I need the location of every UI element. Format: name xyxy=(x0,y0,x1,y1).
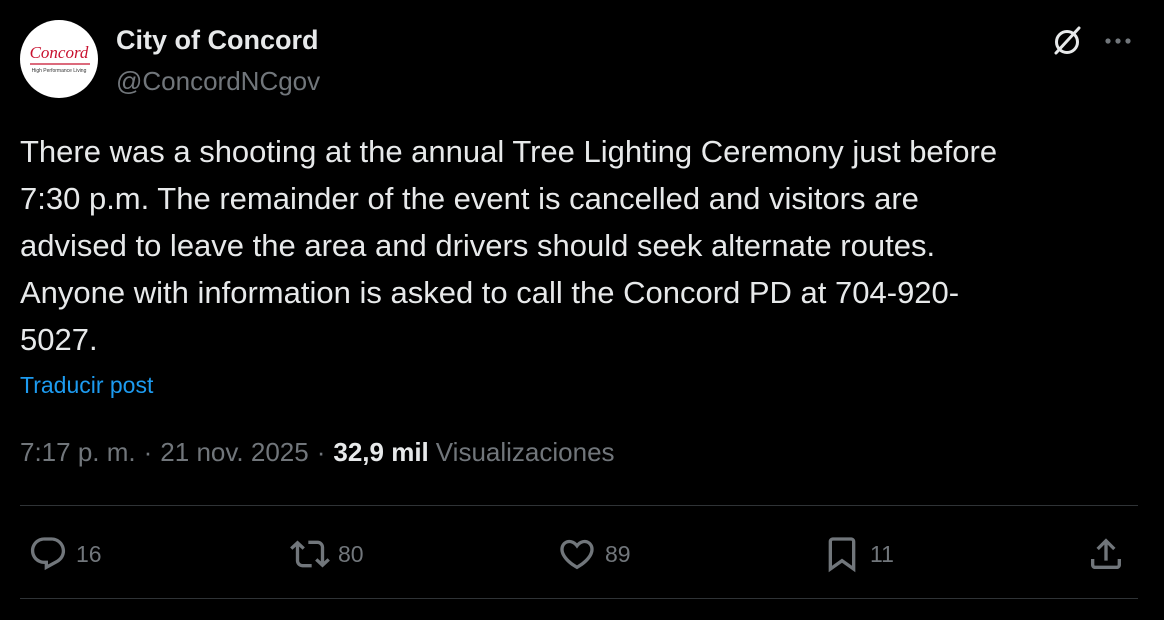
like-button[interactable]: 89 xyxy=(557,532,631,576)
reply-icon xyxy=(30,537,66,571)
reply-count: 16 xyxy=(76,540,102,567)
post-text: There was a shooting at the annual Tree … xyxy=(20,134,998,357)
repost-button[interactable]: 80 xyxy=(290,532,364,576)
more-icon[interactable] xyxy=(1100,26,1136,56)
post-time[interactable]: 7:17 p. m. xyxy=(20,437,136,468)
like-count: 89 xyxy=(605,540,631,567)
translate-post-link[interactable]: Traducir post xyxy=(20,372,153,399)
share-icon xyxy=(1091,538,1121,569)
divider xyxy=(20,505,1138,506)
meta-separator: · xyxy=(143,437,153,467)
meta-separator: · xyxy=(316,437,326,467)
divider xyxy=(20,598,1138,599)
grok-icon[interactable] xyxy=(1050,24,1084,58)
svg-text:High Performance Living: High Performance Living xyxy=(32,68,87,74)
post-card: Concord High Performance Living City of … xyxy=(0,0,1164,620)
avatar[interactable]: Concord High Performance Living xyxy=(20,20,98,98)
share-button[interactable] xyxy=(1086,532,1126,576)
concord-logo: Concord High Performance Living xyxy=(30,43,90,74)
reply-button[interactable]: 16 xyxy=(28,532,102,576)
bookmark-button[interactable]: 11 xyxy=(822,532,894,576)
heart-icon xyxy=(560,539,594,570)
post-meta: 7:17 p. m. · 21 nov. 2025 · 32,9 mil Vis… xyxy=(20,437,615,468)
repost-icon xyxy=(290,540,330,568)
bookmark-count: 11 xyxy=(870,540,894,567)
svg-text:Concord: Concord xyxy=(30,43,89,62)
bookmark-icon xyxy=(828,537,856,573)
views-count: 32,9 mil xyxy=(333,437,429,467)
user-handle[interactable]: @ConcordNCgov xyxy=(116,66,320,97)
views-label: Visualizaciones xyxy=(435,437,615,467)
display-name[interactable]: City of Concord xyxy=(116,25,319,56)
repost-count: 80 xyxy=(338,540,364,567)
post-date[interactable]: 21 nov. 2025 xyxy=(160,437,308,468)
